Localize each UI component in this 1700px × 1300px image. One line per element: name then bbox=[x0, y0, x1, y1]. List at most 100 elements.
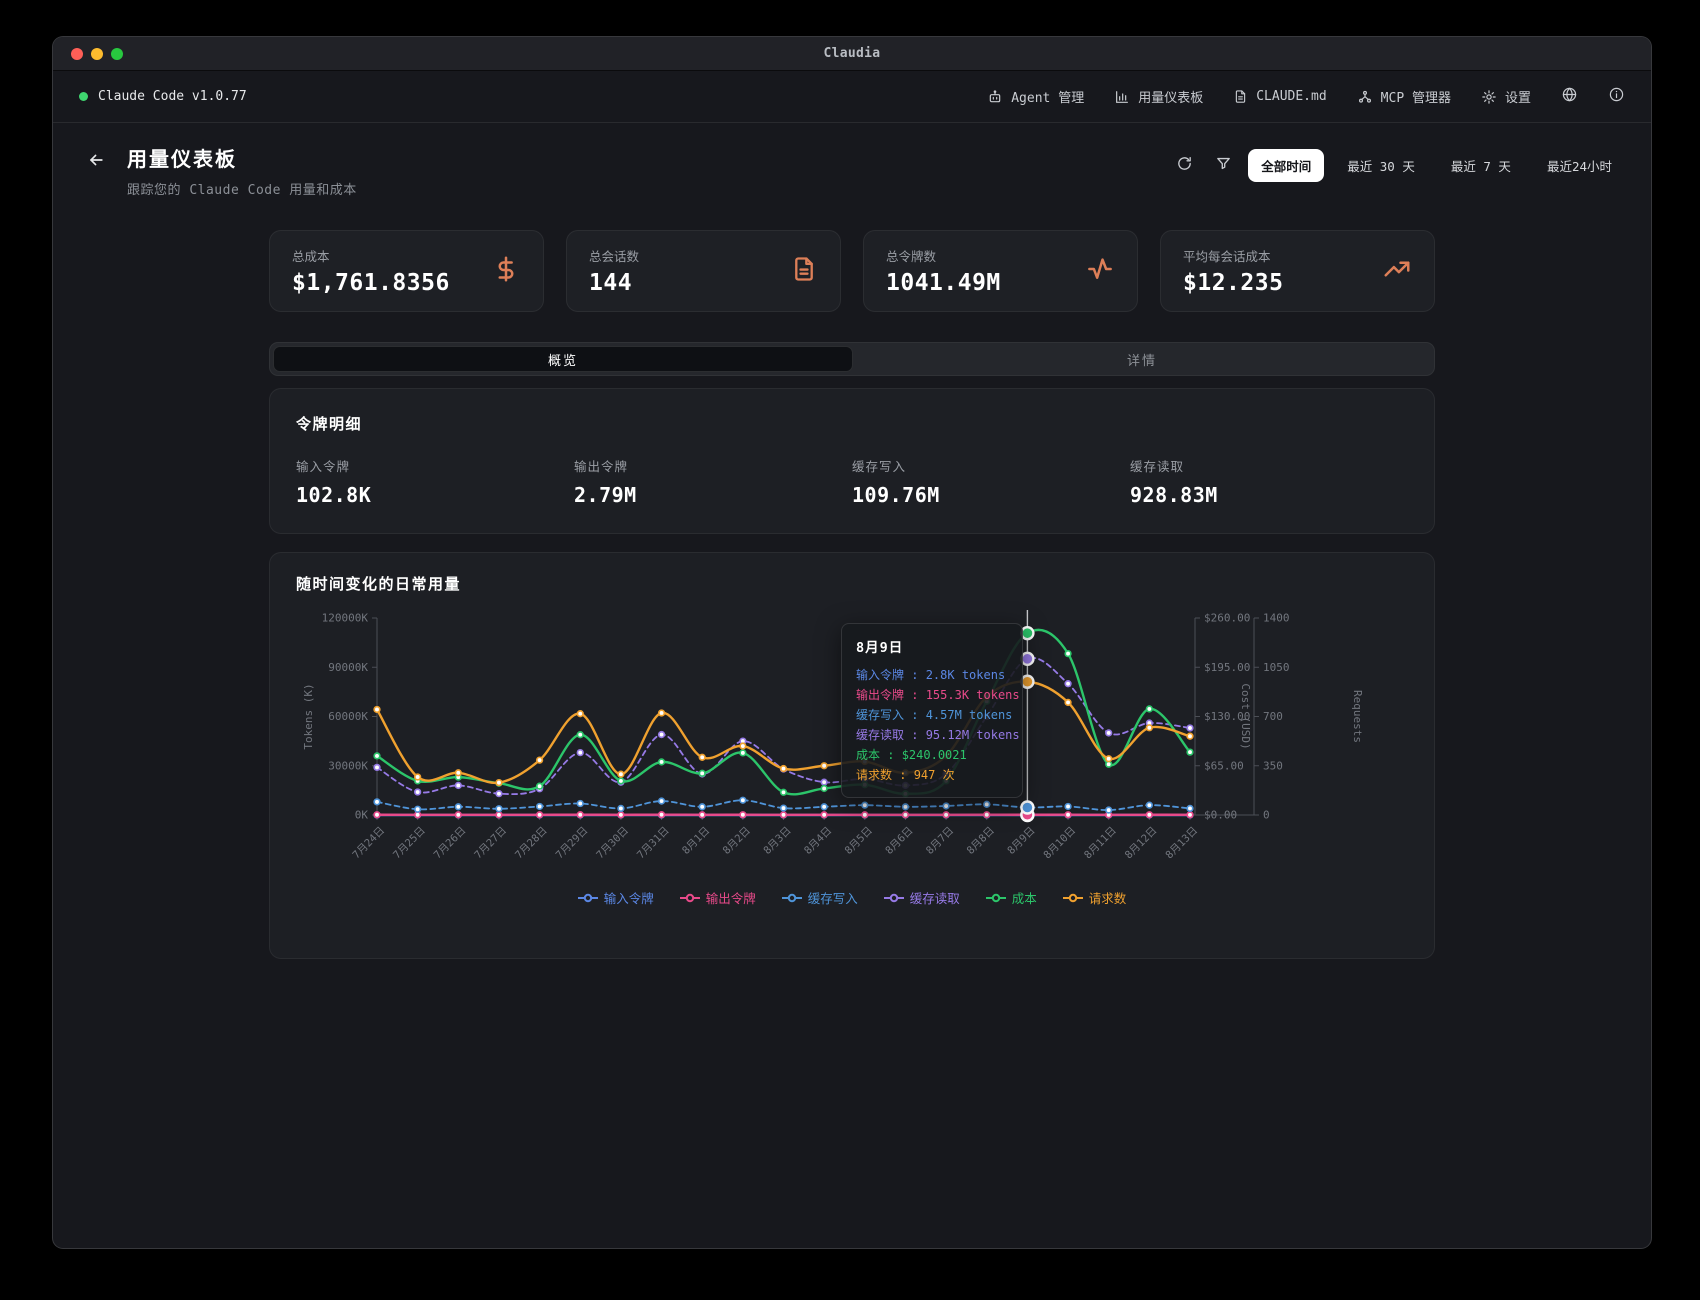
nav-item-label: Agent 管理 bbox=[1011, 87, 1084, 106]
svg-text:120000K: 120000K bbox=[322, 612, 369, 625]
legend-item-3[interactable]: 缓存读取 bbox=[884, 888, 960, 907]
svg-text:8月8日: 8月8日 bbox=[965, 825, 997, 857]
title-bar: Claudia bbox=[53, 37, 1651, 71]
page-header: 用量仪表板 跟踪您的 Claude Code 用量和成本 全部时间 最近 30 … bbox=[53, 123, 1651, 216]
mcp-icon bbox=[1357, 89, 1373, 105]
tab-overview[interactable]: 概览 bbox=[273, 346, 853, 372]
tab-details[interactable]: 详情 bbox=[853, 346, 1431, 372]
nav-item-usage-dashboard[interactable]: 用量仪表板 bbox=[1114, 87, 1203, 106]
legend-marker-icon bbox=[986, 893, 1006, 903]
legend-label: 请求数 bbox=[1089, 888, 1127, 907]
file-text-icon bbox=[790, 255, 818, 287]
breakdown-input-tokens: 输入令牌 102.8K bbox=[296, 456, 574, 507]
breakdown-value: 928.83M bbox=[1130, 483, 1408, 507]
svg-text:7月25日: 7月25日 bbox=[391, 825, 428, 862]
info-icon bbox=[1608, 86, 1625, 107]
svg-text:$260.00: $260.00 bbox=[1204, 612, 1250, 625]
svg-text:8月7日: 8月7日 bbox=[924, 825, 956, 857]
svg-text:7月26日: 7月26日 bbox=[432, 825, 469, 862]
chart-tooltip: 8月9日 输入令牌 : 2.8K tokens 输出令牌 : 155.3K to… bbox=[841, 623, 1023, 798]
svg-text:8月3日: 8月3日 bbox=[761, 825, 793, 857]
stat-label: 总会话数 bbox=[589, 246, 639, 265]
svg-text:7月31日: 7月31日 bbox=[635, 825, 672, 862]
legend-item-4[interactable]: 成本 bbox=[986, 888, 1037, 907]
svg-text:Cost (USD): Cost (USD) bbox=[1239, 683, 1252, 749]
nav-item-label: MCP 管理器 bbox=[1381, 87, 1451, 106]
breakdown-label: 缓存读取 bbox=[1130, 456, 1408, 475]
nav-item-label: CLAUDE.md bbox=[1256, 89, 1326, 104]
range-button-30d[interactable]: 最近 30 天 bbox=[1334, 149, 1428, 182]
tooltip-row-output: 输出令牌 : 155.3K tokens bbox=[856, 685, 1008, 705]
svg-text:1050: 1050 bbox=[1263, 661, 1290, 674]
legend-label: 输出令牌 bbox=[706, 888, 756, 907]
svg-text:7月27日: 7月27日 bbox=[472, 825, 509, 862]
language-globe-button[interactable] bbox=[1561, 86, 1578, 107]
stat-label: 总令牌数 bbox=[886, 246, 1001, 265]
svg-text:0K: 0K bbox=[355, 809, 369, 822]
svg-text:$0.00: $0.00 bbox=[1204, 809, 1237, 822]
svg-text:8月2日: 8月2日 bbox=[721, 825, 753, 857]
breakdown-cache-read: 缓存读取 928.83M bbox=[1130, 456, 1408, 507]
bot-icon bbox=[987, 89, 1003, 105]
svg-text:700: 700 bbox=[1263, 710, 1283, 723]
range-button-24h[interactable]: 最近24小时 bbox=[1534, 149, 1625, 182]
svg-text:Tokens (K): Tokens (K) bbox=[302, 683, 315, 749]
filter-button[interactable] bbox=[1209, 149, 1238, 182]
nav-item-mcp-manager[interactable]: MCP 管理器 bbox=[1357, 87, 1451, 106]
legend-item-5[interactable]: 请求数 bbox=[1063, 888, 1127, 907]
activity-icon bbox=[1085, 254, 1115, 288]
svg-text:0: 0 bbox=[1263, 809, 1270, 822]
page-title: 用量仪表板 bbox=[127, 143, 357, 172]
globe-icon bbox=[1561, 86, 1578, 107]
nav-item-claude-md[interactable]: CLAUDE.md bbox=[1233, 89, 1326, 104]
svg-text:7月30日: 7月30日 bbox=[594, 825, 631, 862]
legend-item-2[interactable]: 缓存写入 bbox=[782, 888, 858, 907]
legend-marker-icon bbox=[578, 893, 598, 903]
refresh-button[interactable] bbox=[1170, 149, 1199, 182]
svg-text:Requests: Requests bbox=[1351, 690, 1364, 743]
stat-label: 总成本 bbox=[292, 246, 450, 265]
stat-value: 1041.49M bbox=[886, 270, 1001, 296]
refresh-icon bbox=[1176, 155, 1193, 176]
svg-text:90000K: 90000K bbox=[328, 661, 368, 674]
tooltip-row-cache-read: 缓存读取 : 95.12M tokens bbox=[856, 725, 1008, 745]
legend-item-0[interactable]: 输入令牌 bbox=[578, 888, 654, 907]
status-dot-icon bbox=[79, 92, 88, 101]
range-button-all-time[interactable]: 全部时间 bbox=[1248, 149, 1324, 182]
breakdown-output-tokens: 输出令牌 2.79M bbox=[574, 456, 852, 507]
stat-card-avg-cost: 平均每会话成本 $12.235 bbox=[1160, 230, 1435, 312]
info-button[interactable] bbox=[1608, 86, 1625, 107]
top-nav: Claude Code v1.0.77 Agent 管理 用量仪表板 CLAUD… bbox=[53, 71, 1651, 123]
minimize-window-button[interactable] bbox=[91, 48, 103, 60]
svg-text:350: 350 bbox=[1263, 759, 1283, 772]
traffic-lights bbox=[71, 37, 123, 71]
svg-text:8月13日: 8月13日 bbox=[1163, 825, 1200, 862]
breakdown-label: 输入令牌 bbox=[296, 456, 574, 475]
breakdown-value: 2.79M bbox=[574, 483, 852, 507]
breakdown-label: 输出令牌 bbox=[574, 456, 852, 475]
breakdown-value: 109.76M bbox=[852, 483, 1130, 507]
nav-item-settings[interactable]: 设置 bbox=[1481, 87, 1531, 106]
tooltip-row-input: 输入令牌 : 2.8K tokens bbox=[856, 665, 1008, 685]
stat-card-total-cost: 总成本 $1,761.8356 bbox=[269, 230, 544, 312]
range-button-7d[interactable]: 最近 7 天 bbox=[1438, 149, 1524, 182]
back-button[interactable] bbox=[79, 145, 113, 179]
dollar-icon bbox=[491, 254, 521, 288]
legend-marker-icon bbox=[680, 893, 700, 903]
close-window-button[interactable] bbox=[71, 48, 83, 60]
stat-value: 144 bbox=[589, 270, 639, 296]
svg-text:8月5日: 8月5日 bbox=[843, 825, 875, 857]
svg-text:8月4日: 8月4日 bbox=[802, 825, 834, 857]
bar-chart-icon bbox=[1114, 89, 1130, 105]
breakdown-value: 102.8K bbox=[296, 483, 574, 507]
breakdown-cache-write: 缓存写入 109.76M bbox=[852, 456, 1130, 507]
chart-legend: 输入令牌 输出令牌 缓存写入 缓存读取 成本 请求数 bbox=[296, 888, 1408, 907]
svg-text:8月11日: 8月11日 bbox=[1082, 825, 1119, 862]
svg-text:$65.00: $65.00 bbox=[1204, 759, 1244, 772]
tooltip-date: 8月9日 bbox=[856, 636, 1008, 656]
tooltip-row-cache-write: 缓存写入 : 4.57M tokens bbox=[856, 705, 1008, 725]
legend-item-1[interactable]: 输出令牌 bbox=[680, 888, 756, 907]
svg-text:1400: 1400 bbox=[1263, 612, 1290, 625]
nav-item-agents[interactable]: Agent 管理 bbox=[987, 87, 1084, 106]
zoom-window-button[interactable] bbox=[111, 48, 123, 60]
